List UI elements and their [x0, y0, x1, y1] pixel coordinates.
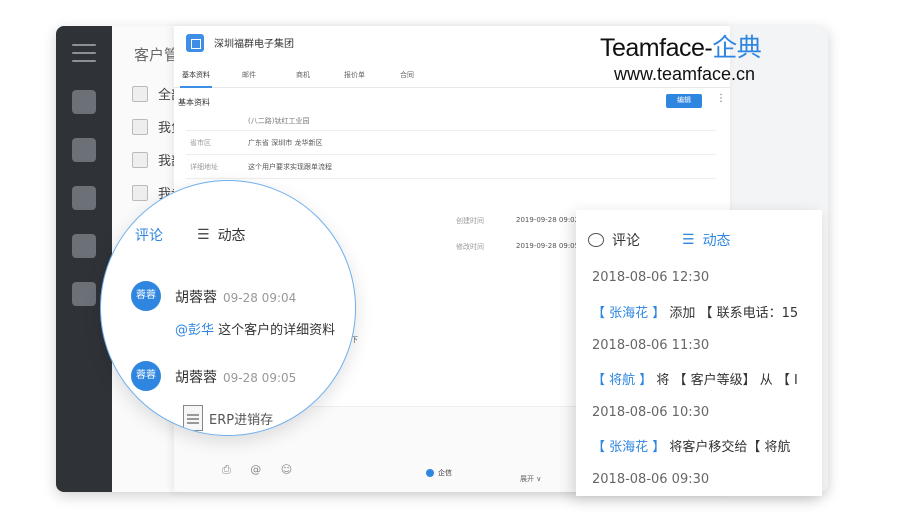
menu-icon[interactable]: [72, 44, 96, 68]
attachment[interactable]: ERP进销存: [183, 405, 273, 431]
activity-text: 添加 【 联系电话：15: [665, 306, 799, 321]
field-value: 这个用户要求实现跟单流程: [248, 163, 332, 171]
activity-user[interactable]: 【 将航 】: [592, 373, 652, 388]
activity-time: 2018-08-06 09:30: [592, 472, 710, 487]
comment-author: 胡蓉蓉 09-28 09:05: [175, 367, 296, 387]
company-icon: [186, 34, 204, 52]
tab-comment[interactable]: 评论: [588, 230, 640, 250]
divider: [186, 178, 716, 179]
nav-icon-1[interactable]: [72, 90, 96, 114]
document-icon: [183, 405, 203, 431]
tab-activity[interactable]: ☰ 动态: [197, 225, 246, 245]
brand-name: Teamface-: [600, 34, 713, 62]
checkbox[interactable]: [132, 151, 148, 168]
comment-author: 胡蓉蓉 09-28 09:04: [175, 287, 296, 307]
field-value: 广东省 深圳市 龙华新区: [248, 139, 323, 147]
tab-comment[interactable]: 评论: [135, 225, 163, 245]
meta-label: 修改时间: [456, 243, 484, 251]
author-name: 胡蓉蓉: [175, 370, 217, 386]
notify-select-label: 企信: [438, 469, 452, 477]
expand-toggle[interactable]: 展开 ∨: [520, 474, 541, 484]
tab-contract[interactable]: 合同: [400, 70, 414, 80]
list-icon: ☰: [197, 227, 210, 243]
brand-logo: Teamface-企典: [600, 28, 762, 64]
composer-toolbar-icons[interactable]: ⎙ @ ☺: [222, 463, 300, 477]
section-title: 基本资料: [178, 98, 210, 107]
activity-time: 2018-08-06 12:30: [592, 270, 710, 285]
activity-panel: 评论 ☰ 动态 2018-08-06 12:30 【 张海花 】 添加 【 联系电…: [576, 210, 822, 496]
divider: [186, 154, 716, 155]
activity-time: 2018-08-06 10:30: [592, 405, 710, 420]
tab-activity[interactable]: ☰ 动态: [682, 230, 731, 250]
avatar: 蓉蓉: [131, 361, 161, 391]
brand-name-cn: 企典: [712, 34, 762, 62]
meta-label: 创建时间: [456, 217, 484, 225]
divider: [186, 130, 716, 131]
mention-link[interactable]: @彭华: [175, 323, 214, 338]
nav-icon-2[interactable]: [72, 138, 96, 162]
company-name: 深圳福群电子集团: [214, 39, 294, 50]
list-title: 客户管: [134, 46, 180, 64]
list-icon: ☰: [682, 232, 695, 248]
tab-activity-label: 动态: [702, 233, 731, 249]
tab-activity-label: 动态: [217, 228, 246, 244]
attachment-name: ERP进销存: [209, 412, 274, 428]
comment-time: 09-28 09:04: [223, 291, 297, 305]
checkbox[interactable]: [132, 118, 148, 135]
comment-body: 这个客户的详细资料: [214, 323, 336, 338]
tab-quote[interactable]: 报价单: [344, 70, 365, 80]
activity-user[interactable]: 【 张海花 】: [592, 306, 665, 321]
meta-value: 2019-09-28 09:02: [516, 216, 580, 224]
comment-time: 09-28 09:05: [223, 371, 297, 385]
field-label: 详细地址: [190, 163, 218, 171]
activity-desc: 【 张海花 】 添加 【 联系电话：15: [592, 302, 798, 321]
checkbox[interactable]: [132, 184, 148, 201]
activity-text: 将客户移交给【 将航: [665, 440, 791, 455]
meta-value: 2019-09-28 09:05: [516, 242, 580, 250]
zoom-comments-circle: 评论 ☰ 动态 蓉蓉 胡蓉蓉 09-28 09:04 @彭华 这个客户的详细资料 蓉…: [100, 180, 356, 436]
activity-desc: 【 将航 】 将 【 客户等级】 从 【 I: [592, 369, 798, 388]
notify-select[interactable]: 企信: [426, 468, 452, 478]
tab-comment-label: 评论: [612, 233, 640, 249]
tab-opportunity[interactable]: 商机: [296, 70, 310, 80]
nav-icon-4[interactable]: [72, 234, 96, 258]
nav-icon-5[interactable]: [72, 282, 96, 306]
checkbox[interactable]: [132, 85, 148, 102]
activity-text: 将 【 客户等级】 从 【 I: [652, 373, 798, 388]
comment-text: @彭华 这个客户的详细资料: [175, 319, 335, 338]
field-label: 省市区: [190, 139, 211, 147]
tab-basic-info[interactable]: 基本资料: [180, 70, 212, 88]
partial-address: (八二路)钛红工业园: [248, 117, 310, 125]
dark-sidebar: [56, 26, 112, 492]
qixin-icon: [426, 469, 434, 477]
activity-time: 2018-08-06 11:30: [592, 338, 710, 353]
avatar: 蓉蓉: [131, 281, 161, 311]
chat-icon: [588, 233, 604, 247]
more-icon[interactable]: ⋮: [716, 93, 726, 104]
tab-email[interactable]: 邮件: [242, 70, 256, 80]
nav-icon-3[interactable]: [72, 186, 96, 210]
brand-url: www.teamface.cn: [614, 64, 756, 84]
activity-user[interactable]: 【 张海花 】: [592, 440, 665, 455]
edit-button[interactable]: 编辑: [666, 94, 702, 108]
activity-desc: 【 张海花 】 将客户移交给【 将航: [592, 436, 791, 455]
author-name: 胡蓉蓉: [175, 290, 217, 306]
